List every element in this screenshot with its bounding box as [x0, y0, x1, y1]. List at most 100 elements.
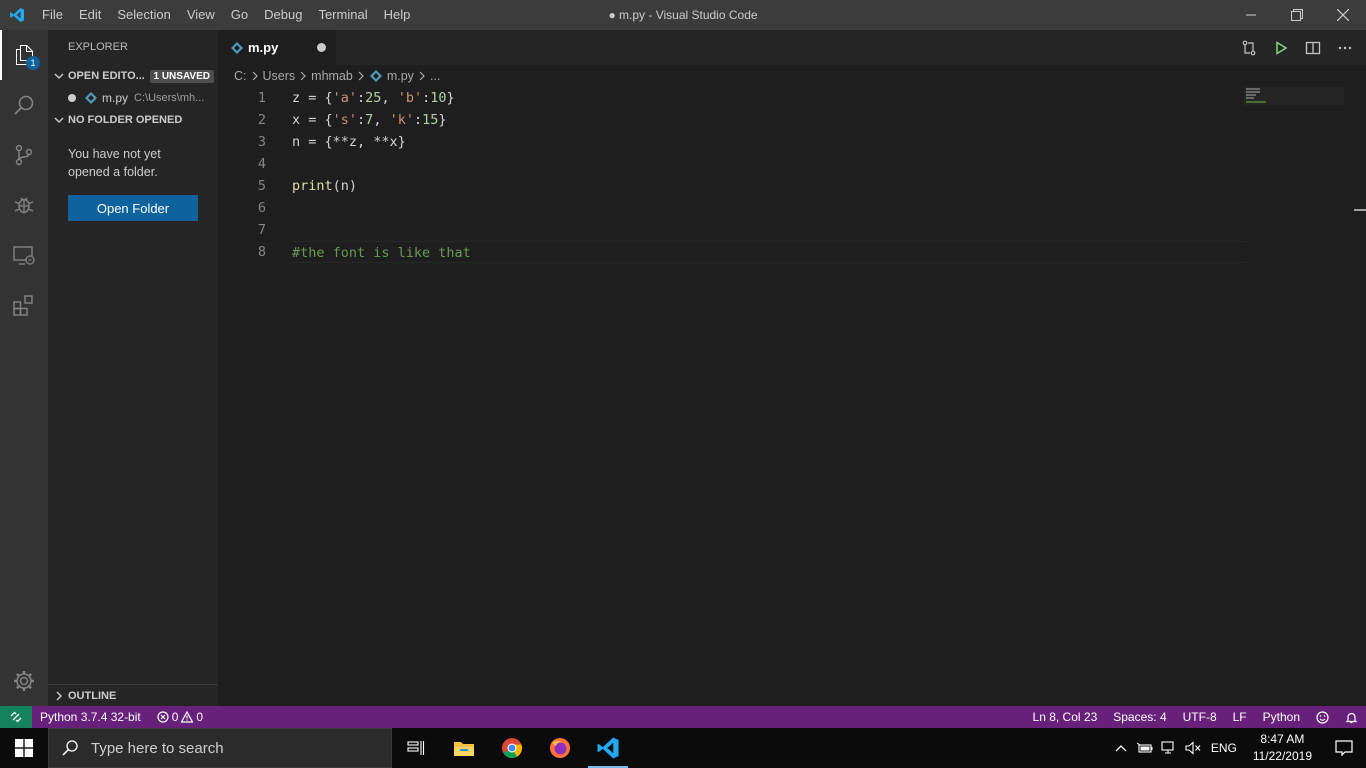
input-language-button[interactable]: ENG [1205, 728, 1243, 768]
taskbar-search-box[interactable]: Type here to search [48, 728, 392, 768]
python-interpreter-selector[interactable]: Python 3.7.4 32-bit [32, 706, 149, 728]
start-button[interactable] [0, 728, 48, 768]
split-editor-button[interactable] [1302, 37, 1324, 59]
menu-file[interactable]: File [34, 0, 71, 30]
outline-header[interactable]: OUTLINE [48, 684, 218, 706]
file-explorer-taskbar-button[interactable] [440, 728, 488, 768]
code-token: : [357, 112, 366, 128]
menu-go[interactable]: Go [223, 0, 256, 30]
breadcrumb-symbols[interactable]: ... [430, 69, 440, 83]
chevron-right-icon [299, 71, 307, 81]
feedback-button[interactable] [1308, 706, 1337, 728]
breadcrumb-file[interactable]: m.py [387, 69, 414, 83]
system-tray: ENG 8:47 AM 11/22/2019 [1109, 728, 1366, 768]
encoding-selector[interactable]: UTF-8 [1175, 706, 1225, 728]
chrome-icon [502, 738, 523, 759]
editor-tab-bar: m.py [218, 30, 1366, 65]
taskbar-clock[interactable]: 8:47 AM 11/22/2019 [1243, 731, 1322, 765]
manage-settings-button[interactable] [0, 656, 48, 706]
firefox-taskbar-button[interactable] [536, 728, 584, 768]
menu-debug[interactable]: Debug [256, 0, 310, 30]
string-token: 'b' [397, 90, 423, 106]
code-line[interactable] [292, 153, 1246, 175]
close-window-button[interactable] [1320, 0, 1366, 30]
notifications-button[interactable] [1337, 706, 1366, 728]
menu-help[interactable]: Help [376, 0, 419, 30]
breadcrumb-user-folder[interactable]: mhmab [311, 69, 353, 83]
python-file-icon [230, 41, 244, 55]
menu-view[interactable]: View [179, 0, 223, 30]
vscode-taskbar-button[interactable] [584, 728, 632, 768]
remote-indicator-button[interactable] [0, 706, 32, 728]
status-bar: Python 3.7.4 32-bit 0 0 Ln 8, Col 23 Spa… [0, 706, 1366, 728]
open-editor-path: C:\Users\mh... [134, 92, 205, 104]
code-line[interactable]: print(n) [292, 175, 1246, 197]
outline-label: OUTLINE [68, 689, 117, 702]
open-editors-header[interactable]: OPEN EDITO... 1 UNSAVED [48, 65, 218, 87]
more-actions-button[interactable] [1334, 37, 1356, 59]
code-line[interactable] [292, 219, 1246, 241]
source-control-icon [15, 144, 33, 166]
open-editor-item[interactable]: m.py C:\Users\mh... [48, 87, 218, 109]
code-token: : [413, 112, 423, 128]
debug-icon [14, 197, 34, 214]
debug-view-button[interactable] [0, 180, 48, 230]
bell-icon [1345, 712, 1358, 723]
eol-selector[interactable]: LF [1225, 706, 1255, 728]
status-bar-right: Ln 8, Col 23 Spaces: 4 UTF-8 LF Python [1025, 706, 1366, 728]
ellipsis-icon [1338, 46, 1352, 49]
chrome-taskbar-button[interactable] [488, 728, 536, 768]
search-view-button[interactable] [0, 80, 48, 130]
line-number: 1 [257, 90, 266, 106]
cursor-position[interactable]: Ln 8, Col 23 [1025, 706, 1106, 728]
code-line[interactable]: x = {'s':7, 'k':15} [292, 109, 1246, 131]
taskbar-search-placeholder: Type here to search [91, 739, 224, 757]
explorer-view-button[interactable]: 1 [0, 30, 48, 80]
no-folder-header[interactable]: NO FOLDER OPENED [48, 109, 218, 131]
firefox-icon [550, 738, 570, 758]
restore-button[interactable] [1274, 0, 1320, 30]
minimap[interactable] [1244, 87, 1344, 105]
battery-plugged-icon [1136, 742, 1153, 753]
language-mode-selector[interactable]: Python [1255, 706, 1308, 728]
code-token: z = { [292, 90, 333, 106]
source-control-view-button[interactable] [0, 130, 48, 180]
tab-m-py[interactable]: m.py [218, 30, 336, 65]
action-center-button[interactable] [1322, 728, 1366, 768]
battery-tray-button[interactable] [1133, 728, 1157, 768]
minimize-button[interactable] [1228, 0, 1274, 30]
remote-explorer-view-button[interactable] [0, 230, 48, 280]
code-token: , [373, 112, 390, 128]
menu-selection[interactable]: Selection [109, 0, 178, 30]
function-token: print [292, 178, 333, 194]
code-line[interactable]: z = {'a':25, 'b':10} [292, 87, 1246, 109]
code-line[interactable] [292, 197, 1246, 219]
open-folder-button[interactable]: Open Folder [68, 195, 198, 221]
breadcrumb-drive[interactable]: C: [234, 69, 247, 83]
code-editor[interactable]: 1 2 3 4 5 6 7 8 z = {'a':25, 'b':10} x = … [218, 87, 1366, 706]
extensions-view-button[interactable] [0, 280, 48, 330]
task-view-button[interactable] [392, 728, 440, 768]
open-editor-filename: m.py [102, 91, 129, 105]
network-tray-button[interactable] [1157, 728, 1181, 768]
problems-indicator[interactable]: 0 0 [149, 706, 211, 728]
volume-tray-button[interactable] [1181, 728, 1205, 768]
code-line[interactable]: #the font is like that [292, 241, 1246, 263]
code-line[interactable]: n = {**z, **x} [292, 131, 1246, 153]
menu-terminal[interactable]: Terminal [310, 0, 375, 30]
menu-edit[interactable]: Edit [71, 0, 109, 30]
show-hidden-icons-button[interactable] [1109, 728, 1133, 768]
tab-label: m.py [248, 40, 279, 55]
run-python-file-button[interactable] [1270, 37, 1292, 59]
search-icon [14, 95, 34, 115]
unsaved-dot-icon[interactable] [317, 43, 326, 52]
line-number-gutter: 1 2 3 4 5 6 7 8 [218, 87, 278, 263]
extensions-icon [13, 295, 33, 316]
code-content[interactable]: z = {'a':25, 'b':10} x = {'s':7, 'k':15} n… [292, 87, 1246, 263]
line-number: 3 [257, 134, 266, 150]
indentation-selector[interactable]: Spaces: 4 [1105, 706, 1174, 728]
breadcrumb-users[interactable]: Users [263, 69, 296, 83]
open-changes-button[interactable] [1238, 37, 1260, 59]
activity-bar: 1 [0, 30, 48, 706]
code-token: : [422, 90, 431, 106]
